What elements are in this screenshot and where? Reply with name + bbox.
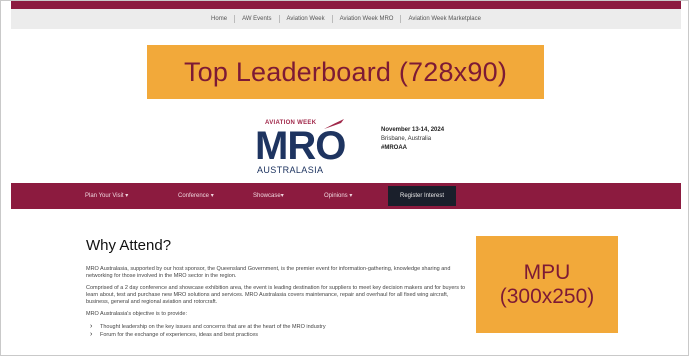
top-nav-aw-events[interactable]: AW Events: [235, 15, 280, 23]
chevron-down-icon: ▾: [280, 193, 284, 199]
top-nav-home[interactable]: Home: [204, 15, 236, 23]
top-navigation: Home AW Events Aviation Week Aviation We…: [11, 9, 681, 29]
objectives-list: › Thought leadership on the key issues an…: [86, 323, 471, 339]
body-paragraph: MRO Australasia, supported by our host s…: [86, 266, 451, 279]
logo-sub-text: AUSTRALASIA: [257, 165, 324, 175]
top-nav-aviation-week[interactable]: Aviation Week: [280, 15, 333, 23]
leaderboard-ad-placeholder[interactable]: Top Leaderboard (728x90): [147, 45, 544, 99]
main-navigation: Plan Your Visit ▾ Conference ▾ Showcase▾…: [11, 183, 681, 209]
nav-showcase[interactable]: Showcase▾: [253, 192, 284, 199]
leaderboard-ad-label: Top Leaderboard (728x90): [183, 56, 508, 87]
nav-opinions-label: Opinions: [324, 193, 348, 199]
nav-opinions[interactable]: Opinions ▾: [324, 192, 352, 199]
chevron-down-icon: ▾: [349, 193, 353, 199]
nav-plan-your-visit[interactable]: Plan Your Visit ▾: [85, 192, 128, 199]
event-location: Brisbane, Australia: [381, 136, 432, 142]
nav-conference[interactable]: Conference ▾: [178, 192, 214, 199]
register-interest-button[interactable]: Register Interest: [388, 186, 456, 206]
top-nav-aviation-week-mro[interactable]: Aviation Week MRO: [333, 15, 402, 23]
top-accent-bar: [11, 1, 681, 9]
list-item: › Forum for the exchange of experiences, …: [86, 331, 471, 339]
mpu-ad-placeholder[interactable]: MPU (300x250): [476, 236, 618, 333]
event-hashtag: #MROAA: [381, 145, 408, 151]
nav-showcase-label: Showcase: [253, 193, 281, 199]
chevron-down-icon: ▾: [210, 193, 214, 199]
body-paragraph: Comprised of a 2 day conference and show…: [86, 285, 466, 305]
chevron-right-icon: ›: [90, 323, 93, 330]
mpu-ad-size: (300x250): [499, 284, 595, 308]
nav-plan-your-visit-label: Plan Your Visit: [85, 193, 124, 199]
event-date: November 13-14, 2024: [381, 127, 445, 133]
mro-australasia-logo[interactable]: AVIATION WEEK MRO AUSTRALASIA: [245, 116, 373, 178]
chevron-right-icon: ›: [90, 331, 93, 338]
list-item-text: Thought leadership on the key issues and…: [100, 324, 326, 330]
list-item: › Thought leadership on the key issues an…: [86, 323, 471, 331]
list-item-text: Forum for the exchange of experiences, i…: [100, 332, 259, 338]
chevron-down-icon: ▾: [125, 193, 129, 199]
section-body: MRO Australasia, supported by our host s…: [86, 266, 471, 339]
event-info: November 13-14, 2024 Brisbane, Australia…: [381, 126, 444, 153]
section-heading: Why Attend?: [86, 237, 172, 254]
page-frame: Home AW Events Aviation Week Aviation We…: [0, 0, 689, 356]
body-paragraph: MRO Australasia's objective is to provid…: [86, 311, 188, 317]
nav-conference-label: Conference: [178, 193, 210, 199]
logo-main-text: MRO: [255, 124, 346, 168]
mpu-ad-label: MPU: [523, 260, 571, 284]
top-nav-marketplace[interactable]: Aviation Week Marketplace: [401, 15, 487, 23]
